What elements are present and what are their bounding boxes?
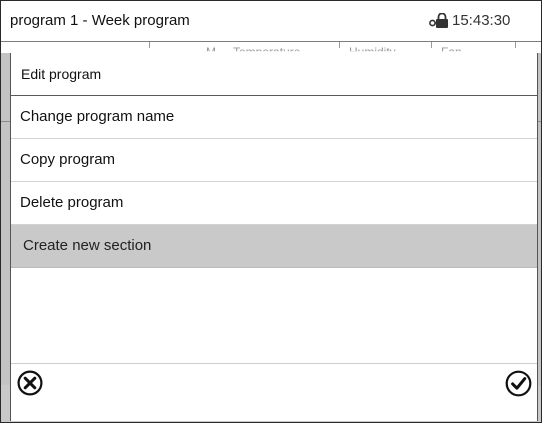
- menu-item-copy-program[interactable]: Copy program: [11, 139, 537, 182]
- cancel-button[interactable]: [17, 370, 43, 396]
- menu-item-create-new-section[interactable]: Create new section: [11, 225, 537, 268]
- background-row-divider: [1, 121, 10, 122]
- title-bar: program 1 - Week program 15:43:30: [1, 1, 541, 41]
- confirm-button[interactable]: [505, 370, 532, 397]
- edit-program-dialog: Edit program Change program name Copy pr…: [10, 53, 538, 421]
- column-tick: [515, 42, 516, 48]
- circle-check-icon: [505, 370, 532, 397]
- column-tick: [431, 42, 432, 48]
- dialog-title: Edit program: [21, 66, 102, 82]
- menu-item-label: Change program name: [20, 108, 175, 125]
- menu-item-label: Copy program: [20, 151, 116, 168]
- dialog-footer-divider: [11, 363, 537, 364]
- background-panel: [1, 53, 10, 385]
- lock-key-icon: [429, 13, 449, 29]
- header-divider: [1, 41, 541, 42]
- dialog-title-bar: Edit program: [11, 53, 537, 96]
- menu-item-delete-program[interactable]: Delete program: [11, 182, 537, 225]
- menu-item-label: Create new section: [23, 237, 152, 254]
- circle-x-icon: [17, 370, 43, 396]
- screen-frame: program 1 - Week program 15:43:30 M Temp…: [0, 0, 542, 423]
- clock: 15:43:30: [452, 12, 511, 29]
- menu-item-label: Delete program: [20, 194, 124, 211]
- program-title: program 1 - Week program: [10, 12, 190, 29]
- column-tick: [149, 42, 150, 48]
- column-tick: [339, 42, 340, 48]
- menu-item-change-program-name[interactable]: Change program name: [11, 96, 537, 139]
